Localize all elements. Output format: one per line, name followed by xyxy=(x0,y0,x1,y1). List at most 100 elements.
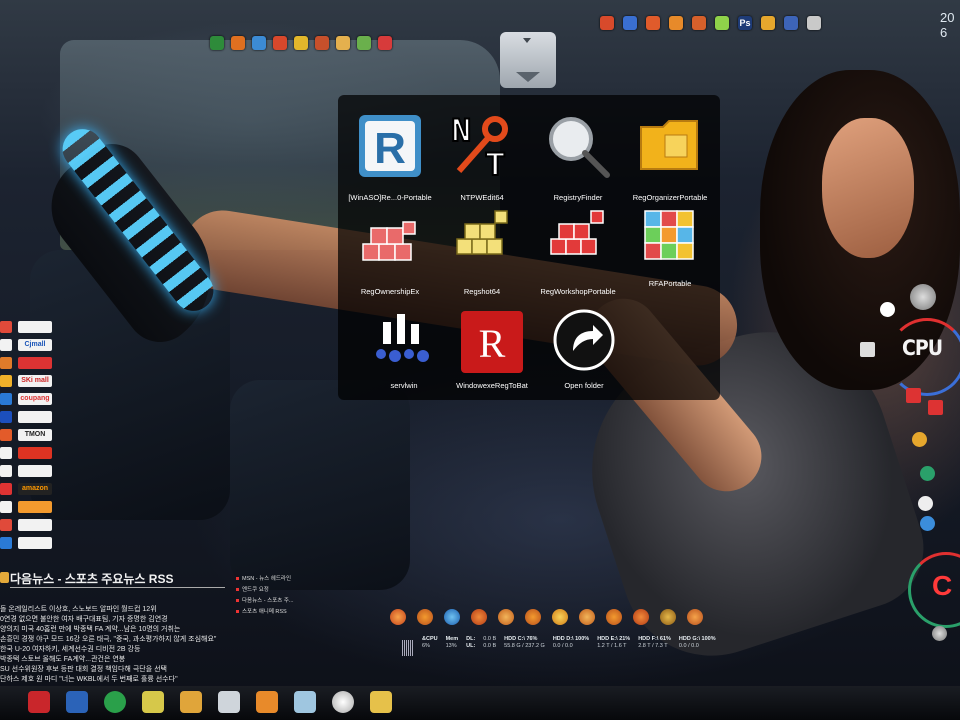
rss-headline[interactable]: 손흥민 경쟁 야구 모드 16강 오른 태극, "중국, 과소평가하지 않게 조… xyxy=(0,634,216,644)
app-tile-winaso[interactable]: R [WinASO]Re...0-Portable xyxy=(340,103,440,203)
site-row[interactable] xyxy=(0,464,52,477)
site-row[interactable] xyxy=(0,536,52,549)
app-icon[interactable] xyxy=(920,466,935,481)
meter-value: 55.8 G / 237.2 G xyxy=(504,643,545,649)
app-icon[interactable] xyxy=(142,691,164,713)
site-row[interactable] xyxy=(0,410,52,423)
firefox-icon[interactable] xyxy=(669,16,683,30)
app-icon[interactable] xyxy=(444,609,460,625)
site-shortcut-column: Cjmall SKi mall coupang TMON amazon xyxy=(0,316,68,556)
rss-headline[interactable]: SU 선수위원장 후보 등판 대회 결정 책임다해 극단을 선택 xyxy=(0,664,167,674)
firefox-icon[interactable] xyxy=(231,36,245,50)
app-icon[interactable] xyxy=(294,691,316,713)
app-icon[interactable] xyxy=(218,691,240,713)
app-icon[interactable] xyxy=(807,16,821,30)
save-icon[interactable] xyxy=(66,691,88,713)
firefox-icon[interactable] xyxy=(579,609,595,625)
app-tile-regorganizer[interactable]: RegOrganizerPortable xyxy=(620,103,720,203)
site-icon xyxy=(0,536,12,549)
clover-icon[interactable] xyxy=(104,691,126,713)
app-tile-servlwin[interactable]: servlwin xyxy=(354,299,454,399)
site-row[interactable]: Cjmall xyxy=(0,338,52,351)
firefox-icon[interactable] xyxy=(692,16,706,30)
app-tile-open-folder[interactable]: Open folder xyxy=(534,299,634,399)
folder-dropdown-button[interactable] xyxy=(500,32,556,88)
firefox-icon[interactable] xyxy=(525,609,541,625)
app-icon[interactable] xyxy=(180,691,202,713)
app-icon[interactable] xyxy=(623,16,637,30)
app-icon[interactable] xyxy=(920,516,935,531)
rss-headline[interactable]: 0연경 없으면 불안한 여자 배구대표팀, 기자 증명한 김연경 xyxy=(0,614,168,624)
firefox-icon[interactable] xyxy=(273,36,287,50)
calendar-icon[interactable] xyxy=(784,16,798,30)
app-icon[interactable] xyxy=(918,496,933,511)
site-badge xyxy=(18,536,52,549)
firefox-icon[interactable] xyxy=(498,609,514,625)
firefox-icon[interactable] xyxy=(390,609,406,625)
site-row[interactable] xyxy=(0,518,52,531)
app-tile-windowexeregtobat[interactable]: R WindowexeRegToBat xyxy=(442,299,542,399)
app-icon[interactable] xyxy=(210,36,224,50)
rss-feed-item[interactable]: 엔드쿠 요정 xyxy=(236,585,306,596)
meter-graph xyxy=(402,640,414,656)
app-tile-ntpwedit[interactable]: NT NTPWEdit64 xyxy=(432,103,532,203)
rss-headline[interactable]: 한국 U-20 여자하키, 세계선수권 디비전 2B 강등 xyxy=(0,644,140,654)
app-tile-regworkshop[interactable]: RegWorkshopPortable xyxy=(528,201,628,301)
app-icon[interactable] xyxy=(928,400,943,415)
pencil-icon[interactable] xyxy=(761,16,775,30)
app-icon[interactable] xyxy=(336,36,350,50)
photoshop-icon[interactable]: Ps xyxy=(738,16,752,30)
app-icon[interactable] xyxy=(256,691,278,713)
site-row[interactable] xyxy=(0,446,52,459)
rss-feed-item[interactable]: MSN - 뉴스 헤드라인 xyxy=(236,574,306,585)
gauge-settings-icon[interactable] xyxy=(932,626,947,641)
app-icon[interactable] xyxy=(860,342,875,357)
rss-title: 다음뉴스 - 스포츠 주요뉴스 RSS xyxy=(10,572,174,586)
app-icon[interactable] xyxy=(600,16,614,30)
cube-blocks-icon xyxy=(635,201,705,271)
rss-headline[interactable]: 단하스 제호 원 마디 "너는 WKBL에서 두 번째로 훌륭 선수다" xyxy=(0,674,178,684)
rss-feed-item[interactable]: 다음뉴스 - 스포츠 주... xyxy=(236,596,306,607)
firefox-icon[interactable] xyxy=(417,609,433,625)
site-badge: TMON xyxy=(18,428,52,441)
tools-icon[interactable] xyxy=(660,609,676,625)
rss-headline[interactable]: 돌 온레일리스트 이상호, 스노보드 알파인 월드컵 12위 xyxy=(0,604,157,614)
app-tile-registryfinder[interactable]: RegistryFinder xyxy=(528,103,628,203)
app-tile-regownershipex[interactable]: RegOwnershipEx xyxy=(340,201,440,301)
app-icon[interactable] xyxy=(880,302,895,317)
site-row[interactable]: TMON xyxy=(0,428,52,441)
firefox-icon[interactable] xyxy=(687,609,703,625)
site-row[interactable]: amazon xyxy=(0,482,52,495)
chrome-icon[interactable] xyxy=(378,36,392,50)
folder-cube-icon[interactable] xyxy=(370,691,392,713)
meter-cpu: &CPU 6% xyxy=(422,636,438,664)
site-row[interactable] xyxy=(0,356,52,369)
app-icon[interactable] xyxy=(315,36,329,50)
site-row[interactable]: coupang xyxy=(0,392,52,405)
site-row[interactable] xyxy=(0,500,52,513)
site-row[interactable] xyxy=(0,320,52,333)
firefox-icon[interactable] xyxy=(633,609,649,625)
firefox-icon[interactable] xyxy=(646,16,660,30)
gauge-settings-icon[interactable] xyxy=(910,284,936,310)
app-icon[interactable] xyxy=(357,36,371,50)
firefox-icon[interactable] xyxy=(606,609,622,625)
regedit-r-icon: R xyxy=(355,111,425,181)
site-row[interactable]: SKi mall xyxy=(0,374,52,387)
app-tile-regshot[interactable]: Regshot64 xyxy=(432,201,532,301)
rss-feed-item[interactable]: 스포츠 애니메 RSS xyxy=(236,607,306,618)
app-tile-rfaportable[interactable]: RFAPortable xyxy=(620,195,720,295)
firefox-icon[interactable] xyxy=(552,609,568,625)
ie-icon[interactable] xyxy=(252,36,266,50)
disc-icon[interactable] xyxy=(332,691,354,713)
app-icon[interactable] xyxy=(906,388,921,403)
app-label: Regshot64 xyxy=(463,287,501,296)
firefox-icon[interactable] xyxy=(471,609,487,625)
rss-headline[interactable]: 양의지 미국 40홈런 만에 박종택 FA 계약...남은 10명의 거취는 xyxy=(0,624,180,634)
app-icon[interactable] xyxy=(912,432,927,447)
app-icon[interactable] xyxy=(28,691,50,713)
site-icon xyxy=(0,410,12,423)
rss-headline[interactable]: 박종택 스토브 올해도 FA계약...관건은 연봉 xyxy=(0,654,125,664)
chrome-icon[interactable] xyxy=(294,36,308,50)
app-icon[interactable] xyxy=(715,16,729,30)
